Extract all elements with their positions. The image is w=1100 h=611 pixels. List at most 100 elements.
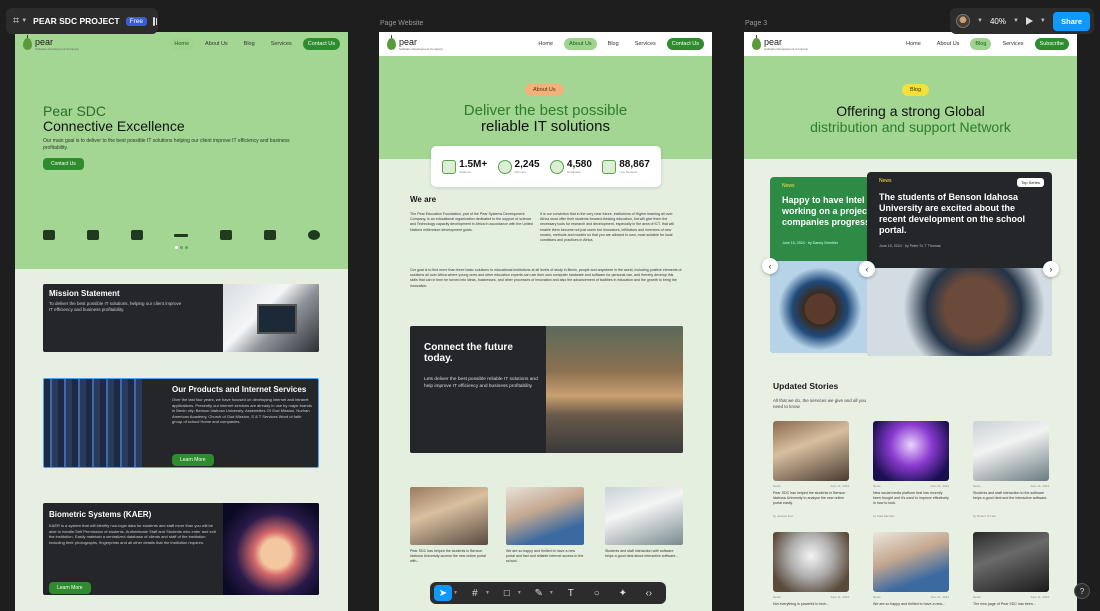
story-caption: Not everything is powerful to tech... — [773, 602, 830, 606]
chevron-down-icon[interactable]: ▼ — [453, 590, 458, 596]
nav-subscribe-button[interactable]: Subscribe — [1034, 38, 1069, 50]
toggle-panel-icon[interactable] — [152, 16, 158, 26]
nav-about[interactable]: About Us — [564, 38, 597, 50]
user-avatar[interactable] — [956, 14, 970, 28]
partner-logo-icon — [220, 230, 233, 240]
contact-us-button[interactable]: Contact Us — [43, 158, 84, 170]
products-card[interactable]: Our Products and Internet Services Over … — [43, 378, 319, 468]
chevron-down-icon[interactable]: ▼ — [517, 590, 522, 596]
nav-home[interactable]: Home — [533, 38, 558, 50]
carousel-dot[interactable] — [180, 246, 183, 249]
students-icon — [442, 159, 457, 174]
logo[interactable]: pear Software Development Company — [752, 35, 808, 51]
present-play-icon[interactable] — [1025, 17, 1033, 25]
story-tag: News — [973, 484, 981, 488]
story-image[interactable] — [873, 421, 949, 481]
story-tag: News — [873, 595, 881, 599]
story-caption: The new page of Pear SDC has been... — [973, 602, 1036, 606]
biometric-description: KAER is a system that will identify non-… — [49, 523, 216, 545]
chevron-down-icon[interactable]: ▼ — [549, 590, 554, 596]
story-meta: News June 11, 2024 — [773, 595, 849, 599]
thumb-caption: Pear SDC has helped the students in Bens… — [410, 549, 486, 563]
story-tag: News — [782, 183, 795, 189]
help-button[interactable]: ? — [1074, 583, 1090, 599]
about-pill: About Us — [525, 84, 564, 96]
man-portrait-image — [770, 261, 870, 353]
chevron-down-icon: ▼ — [21, 18, 28, 24]
crowd-image[interactable] — [410, 487, 488, 545]
story-author: by Robert W Hoe — [973, 514, 1049, 518]
story-image[interactable] — [773, 421, 849, 481]
story-caption: Students and staff interaction to the so… — [973, 491, 1048, 500]
story-author: by Kate Mendez — [873, 514, 949, 518]
frame-page-website[interactable]: pear Software Development Company Home A… — [379, 32, 712, 611]
updated-stories-heading: Updated Stories — [773, 381, 839, 391]
mission-title: Mission Statement — [49, 289, 120, 298]
frame-page-3[interactable]: pear Software Development Company Home A… — [744, 32, 1077, 611]
frame-label-page-website[interactable]: Page Website — [380, 20, 423, 27]
zoom-level[interactable]: 40% — [990, 17, 1006, 26]
students-image[interactable] — [506, 487, 584, 545]
text-tool-icon[interactable]: T — [562, 585, 580, 601]
logo[interactable]: pear Software Development Company — [23, 35, 79, 51]
story-image[interactable] — [773, 532, 849, 592]
pen-tool-icon[interactable]: ✎ — [530, 585, 548, 601]
frame-label-page-3[interactable]: Page 3 — [745, 20, 767, 27]
carousel-prev-icon[interactable]: ‹ — [859, 261, 875, 277]
frame-home[interactable]: pear Software Development Company Home A… — [15, 32, 348, 611]
server-room-image — [44, 379, 142, 467]
main-menu-button[interactable]: ⌗ ▼ — [13, 15, 27, 28]
chevron-down-icon[interactable]: ▼ — [977, 18, 983, 24]
logo[interactable]: pear Software Development Company — [387, 35, 443, 51]
story-caption: We are so happy and thrilled to have a n… — [873, 602, 945, 606]
nav-contact-button[interactable]: Contact Us — [666, 38, 704, 50]
stat-partners: 2,245 Partners — [497, 159, 540, 174]
logo-text: pear — [764, 36, 783, 47]
frame-tool-icon[interactable]: # — [466, 585, 484, 601]
nav-blog[interactable]: Blog — [239, 38, 260, 50]
carousel-next-icon[interactable]: › — [1043, 261, 1059, 277]
biometric-learn-more-button[interactable]: Learn More — [49, 582, 91, 594]
story-date: June 11, 2024 — [1030, 595, 1049, 599]
about-paragraph-left: The Pear Education Foundation, part of t… — [410, 212, 533, 232]
nav-home[interactable]: Home — [901, 38, 926, 50]
biometric-card[interactable]: Biometric Systems (KAER) KAER is a syste… — [43, 503, 319, 595]
mission-card[interactable]: Mission Statement To deliver the best po… — [43, 284, 319, 352]
nav-about[interactable]: About Us — [932, 38, 965, 50]
pear-logo-icon — [23, 35, 32, 50]
project-name[interactable]: PEAR SDC PROJECT — [33, 16, 119, 26]
navbar: pear Software Development Company Home A… — [15, 32, 348, 56]
chevron-down-icon[interactable]: ▼ — [485, 590, 490, 596]
nav-services[interactable]: Services — [630, 38, 661, 50]
story-image[interactable] — [973, 421, 1049, 481]
reading-image[interactable] — [605, 487, 683, 545]
about-title-line2: reliable IT solutions — [481, 118, 610, 135]
move-tool-icon[interactable]: ➤ — [434, 585, 452, 601]
carousel-dot[interactable] — [175, 246, 178, 249]
actions-tool-icon[interactable]: ✦ — [614, 585, 632, 601]
products-learn-more-button[interactable]: Learn More — [172, 454, 214, 466]
rectangle-tool-icon[interactable]: □ — [498, 585, 516, 601]
nav-home[interactable]: Home — [169, 38, 195, 50]
carousel-prev-icon[interactable]: ‹ — [762, 258, 778, 274]
nav-about[interactable]: About Us — [200, 38, 233, 50]
comment-tool-icon[interactable]: ○ — [588, 585, 606, 601]
story-caption: Pear SDC has helped the students in Bens… — [773, 491, 846, 505]
nav-services[interactable]: Services — [997, 38, 1028, 50]
story-card-back[interactable]: News Happy to have Intel working on a pr… — [770, 177, 870, 353]
chevron-down-icon[interactable]: ▼ — [1013, 18, 1019, 24]
nav-contact-button[interactable]: Contact Us — [302, 38, 340, 50]
story-meta: News June 11, 2024 — [973, 484, 1049, 488]
story-image[interactable] — [973, 532, 1049, 592]
carousel-dot[interactable] — [185, 246, 188, 249]
nav-services[interactable]: Services — [266, 38, 297, 50]
nav-blog[interactable]: Blog — [603, 38, 624, 50]
connect-future-card[interactable]: Connect the future today. Lets deliver t… — [410, 326, 683, 453]
nav-blog[interactable]: Blog — [970, 38, 992, 50]
chevron-down-icon[interactable]: ▼ — [1040, 18, 1046, 24]
stat-value: 4,580 — [566, 159, 592, 170]
story-image[interactable] — [873, 532, 949, 592]
share-button[interactable]: Share — [1053, 11, 1090, 31]
story-card-featured[interactable]: News Top Series The students of Benson I… — [867, 172, 1052, 356]
dev-mode-icon[interactable]: ‹› — [640, 585, 658, 601]
